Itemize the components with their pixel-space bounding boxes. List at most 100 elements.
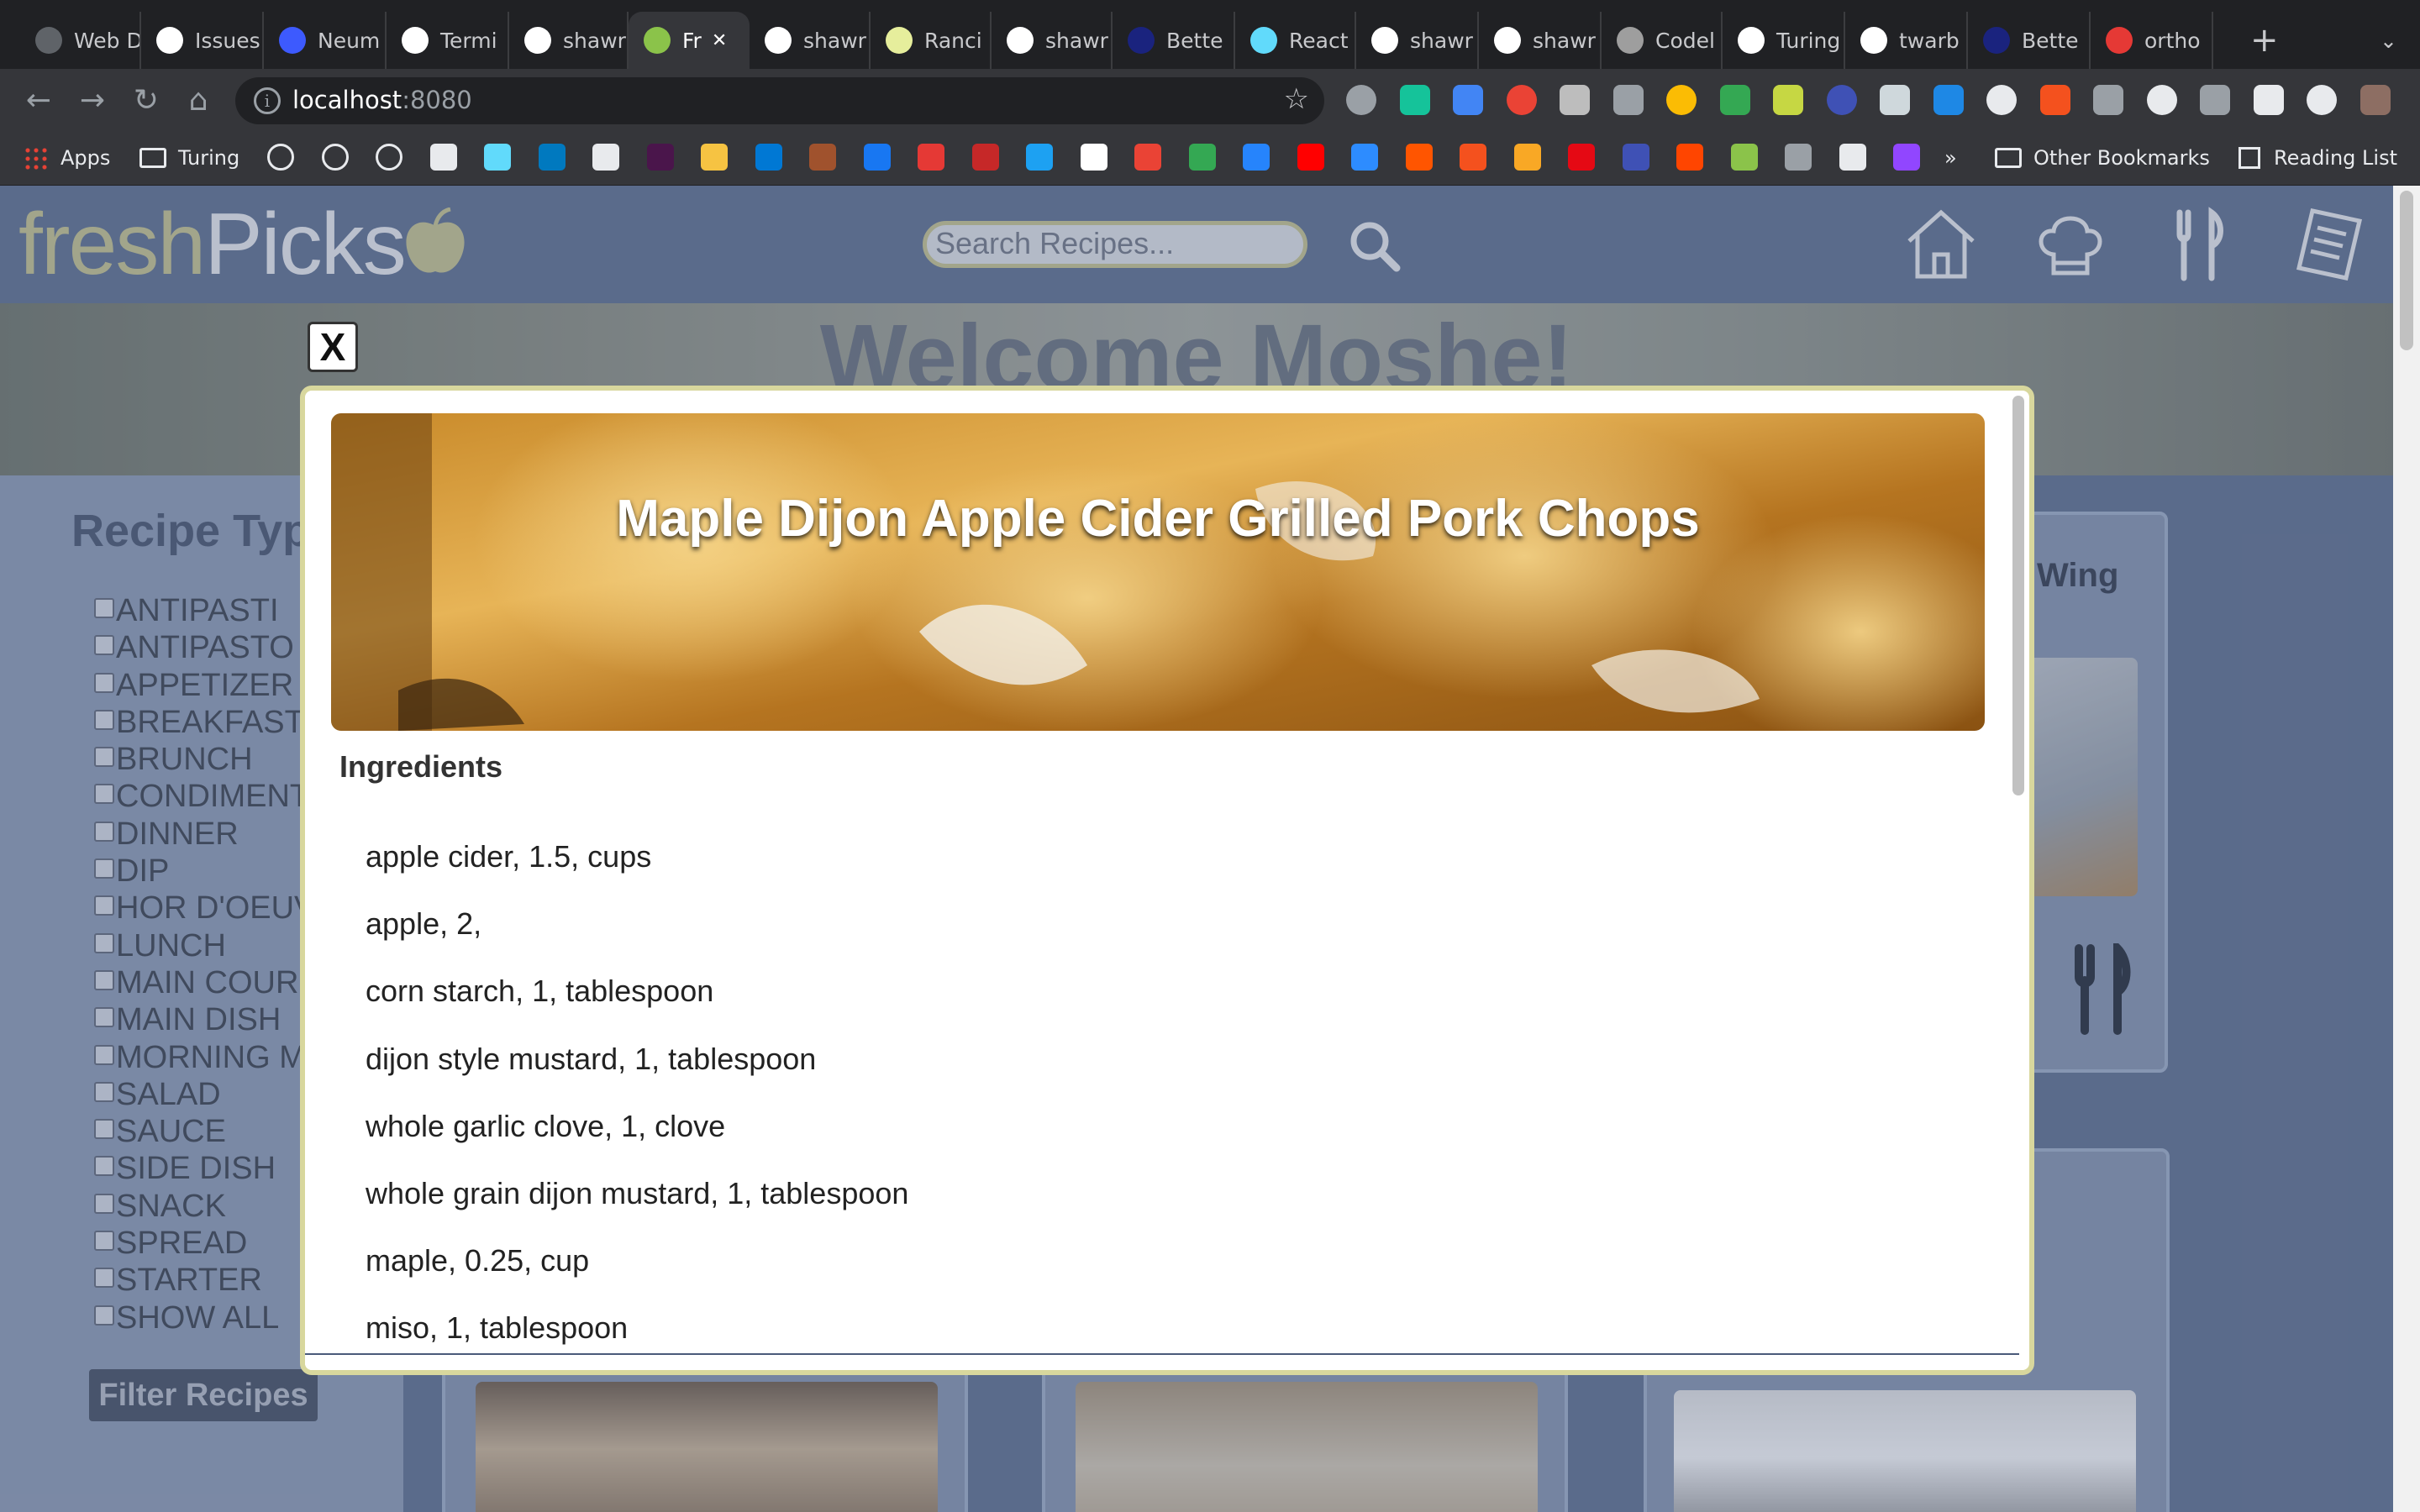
bookmark-favicon-icon[interactable]	[1188, 144, 1216, 171]
page-scroll-thumb[interactable]	[2400, 191, 2413, 350]
bookmark-favicon-icon[interactable]	[1785, 144, 1812, 171]
home-icon[interactable]: ⌂	[178, 81, 218, 121]
url-text[interactable]: localhost:8080	[292, 86, 472, 114]
modal-scroll-thumb[interactable]	[2012, 396, 2024, 795]
modal-scrollbar[interactable]	[2011, 396, 2024, 1353]
bookmark-favicon-icon[interactable]	[1568, 144, 1595, 171]
freshpicks-app: freshPicks Search Recipes... Welcome Mos…	[0, 186, 2393, 1512]
browser-tab[interactable]: Web D	[20, 12, 141, 69]
browser-tab[interactable]: Fr ✕	[629, 12, 750, 69]
browser-tab[interactable]: Issues	[141, 12, 264, 69]
extension-icon[interactable]	[1773, 85, 1803, 115]
bookmark-folder-turing[interactable]: Turing	[139, 143, 239, 173]
page-scrollbar[interactable]	[2393, 186, 2420, 1512]
bookmark-favicon-icon[interactable]	[1622, 144, 1649, 171]
browser-tab[interactable]: shawr	[992, 12, 1113, 69]
extension-icon[interactable]	[1986, 85, 2017, 115]
extension-icon[interactable]	[1666, 85, 1697, 115]
bookmark-favicon-icon[interactable]	[1351, 144, 1378, 171]
browser-tab[interactable]: React	[1235, 12, 1356, 69]
bookmark-favicon-icon[interactable]	[267, 144, 294, 171]
close-modal-button[interactable]: X	[308, 322, 358, 372]
bookmark-star-icon[interactable]: ☆	[1284, 82, 1309, 116]
browser-tab[interactable]: twarb	[1845, 12, 1968, 69]
extension-icon[interactable]	[1719, 85, 1750, 115]
extension-icon[interactable]	[1560, 85, 1590, 115]
bookmark-favicon-icon[interactable]	[1839, 144, 1866, 171]
extension-icon[interactable]	[2093, 85, 2123, 115]
new-tab-icon[interactable]: +	[2235, 12, 2286, 69]
bookmark-favicon-icon[interactable]	[971, 144, 999, 171]
bookmark-favicon-icon[interactable]	[484, 144, 511, 171]
extension-icon[interactable]	[1399, 85, 1430, 115]
bookmark-favicon-icon[interactable]	[1243, 144, 1270, 171]
bookmark-favicon-icon[interactable]	[863, 144, 891, 171]
bookmark-favicon-icon[interactable]	[1676, 144, 1703, 171]
browser-tab[interactable]: shawr	[750, 12, 871, 69]
close-tab-icon[interactable]: ✕	[712, 30, 727, 51]
bookmark-favicon-icon[interactable]	[1405, 144, 1433, 171]
bookmark-favicon-icon[interactable]	[809, 144, 836, 171]
pork-chops-photo	[331, 413, 1985, 731]
browser-tab-label: Turing	[1776, 28, 1841, 53]
bookmark-favicon-icon[interactable]	[321, 144, 349, 171]
react-icon	[1250, 27, 1277, 54]
extension-icon[interactable]	[1826, 85, 1857, 115]
extension-icon[interactable]	[1880, 85, 1910, 115]
browser-tab-label: Fr	[682, 28, 702, 53]
tab-search-icon[interactable]: ⌄	[2365, 12, 2407, 69]
browser-tab[interactable]: Turing	[1723, 12, 1845, 69]
bookmark-favicon-icon[interactable]	[376, 144, 402, 171]
bookmark-favicon-icon[interactable]	[1026, 144, 1053, 171]
address-bar[interactable]: i localhost:8080 ☆	[235, 77, 1324, 124]
browser-tab[interactable]: Neum	[264, 12, 387, 69]
browser-tab[interactable]: Codel	[1602, 12, 1723, 69]
browser-tab[interactable]: Bette	[1113, 12, 1235, 69]
browser-tab[interactable]: shawr	[509, 12, 629, 69]
bookmark-favicon-icon[interactable]	[1080, 144, 1107, 171]
back-icon[interactable]: ←	[18, 81, 59, 121]
bookmark-favicon-icon[interactable]	[701, 144, 728, 171]
reload-icon[interactable]: ↻	[126, 81, 166, 121]
browser-tab[interactable]: Termi	[387, 12, 509, 69]
site-info-icon[interactable]: i	[254, 87, 281, 114]
extension-icon[interactable]	[2146, 85, 2177, 115]
extension-icon[interactable]	[1933, 85, 1964, 115]
extension-icon[interactable]	[2360, 85, 2391, 115]
extension-icon[interactable]	[1453, 85, 1483, 115]
browser-tab[interactable]: shawr	[1356, 12, 1479, 69]
ortho-icon	[2106, 27, 2133, 54]
browser-tab[interactable]: ortho	[2091, 12, 2213, 69]
bookmark-favicon-icon[interactable]	[1297, 144, 1324, 171]
extension-icon[interactable]	[2200, 85, 2230, 115]
generic-site-icon	[35, 27, 62, 54]
forward-icon[interactable]: →	[72, 81, 113, 121]
browser-tab[interactable]: Ranci	[871, 12, 992, 69]
bookmark-favicon-icon[interactable]	[918, 144, 944, 171]
ingredient-item: apple cider, 1.5, cups	[366, 839, 652, 874]
extension-icon[interactable]	[1506, 85, 1537, 115]
extension-icon[interactable]	[2307, 85, 2337, 115]
bookmark-favicon-icon[interactable]	[1730, 144, 1758, 171]
extension-icon[interactable]	[1612, 85, 1644, 115]
recipe-title: Maple Dijon Apple Cider Grilled Pork Cho…	[616, 490, 1700, 548]
bookmark-favicon-icon[interactable]	[1513, 144, 1541, 171]
bookmark-favicon-icon[interactable]	[538, 144, 566, 171]
browser-tab-label: shawr	[1410, 28, 1473, 53]
extension-icon[interactable]	[1346, 85, 1376, 115]
extension-icon[interactable]	[2039, 85, 2070, 115]
reading-list[interactable]: Reading List	[2238, 143, 2397, 173]
bookmarks-overflow[interactable]: »	[1944, 143, 1957, 173]
bookmark-favicon-icon[interactable]	[755, 144, 782, 171]
extension-icon[interactable]	[2253, 85, 2284, 115]
bookmark-favicon-icon[interactable]	[1893, 144, 1920, 171]
bookmark-favicon-icon[interactable]	[646, 144, 674, 171]
bookmark-folder-other[interactable]: Other Bookmarks	[1995, 143, 2210, 173]
browser-tab[interactable]: Bette	[1968, 12, 2091, 69]
bookmark-favicon-icon[interactable]	[1134, 144, 1161, 171]
bookmark-favicon-icon[interactable]	[592, 144, 619, 171]
bookmark-apps[interactable]: Apps	[24, 143, 110, 173]
bookmark-favicon-icon[interactable]	[429, 144, 457, 171]
browser-tab[interactable]: shawr	[1479, 12, 1602, 69]
bookmark-favicon-icon[interactable]	[1460, 144, 1486, 171]
